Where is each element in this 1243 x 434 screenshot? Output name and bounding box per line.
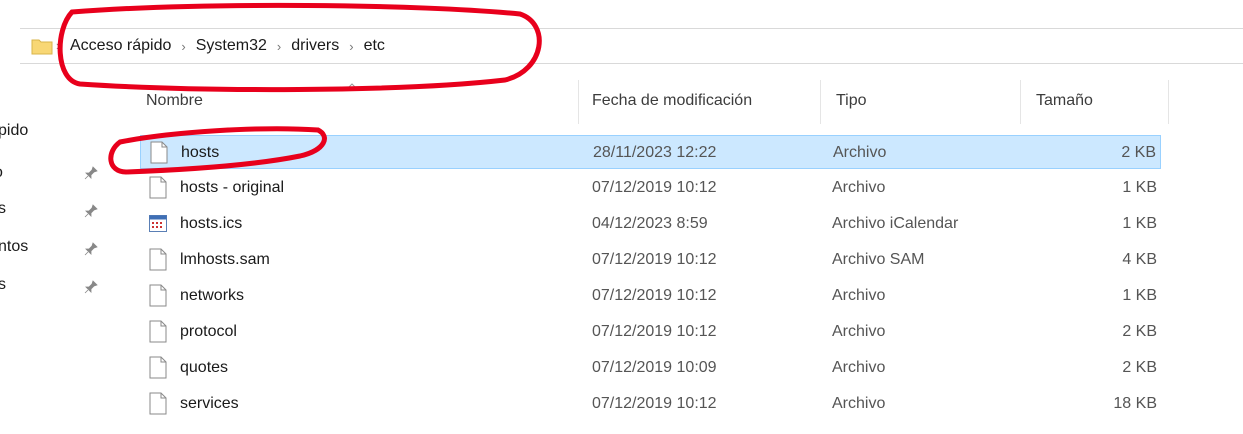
file-row-hosts-ics[interactable]: hosts.ics 04/12/2023 8:59 Archivo iCalen… bbox=[140, 207, 1161, 241]
file-name: hosts.ics bbox=[180, 215, 243, 232]
address-bar[interactable]: › Acceso rápido › System32 › drivers › e… bbox=[20, 28, 1243, 64]
file-name: quotes bbox=[180, 359, 229, 376]
breadcrumb-item-drivers[interactable]: drivers bbox=[287, 37, 343, 55]
file-size: 1 KB bbox=[1122, 287, 1157, 304]
column-divider[interactable] bbox=[578, 80, 579, 124]
chevron-right-icon[interactable]: › bbox=[56, 38, 60, 53]
pin-icon[interactable] bbox=[84, 280, 98, 294]
breadcrumb-item-system32[interactable]: System32 bbox=[192, 37, 271, 55]
column-divider[interactable] bbox=[1020, 80, 1021, 124]
column-header-type[interactable]: Tipo bbox=[836, 92, 867, 110]
file-date: 07/12/2019 10:09 bbox=[592, 359, 717, 376]
file-row-services[interactable]: services 07/12/2019 10:12 Archivo 18 KB bbox=[140, 387, 1161, 421]
chevron-right-icon[interactable]: › bbox=[271, 39, 287, 54]
file-date: 28/11/2023 12:22 bbox=[593, 144, 717, 161]
column-divider[interactable] bbox=[1168, 80, 1169, 124]
folder-icon bbox=[31, 39, 53, 55]
file-row-lmhosts-sam[interactable]: lmhosts.sam 07/12/2019 10:12 Archivo SAM… bbox=[140, 243, 1161, 277]
file-size: 2 KB bbox=[1121, 144, 1156, 161]
file-type: Archivo bbox=[832, 359, 886, 376]
file-date: 07/12/2019 10:12 bbox=[592, 251, 717, 268]
file-size: 2 KB bbox=[1122, 323, 1157, 340]
file-row-protocol[interactable]: protocol 07/12/2019 10:12 Archivo 2 KB bbox=[140, 315, 1161, 349]
file-type: Archivo SAM bbox=[832, 251, 925, 268]
file-name: hosts bbox=[181, 144, 220, 161]
file-name: networks bbox=[180, 287, 245, 304]
file-size: 2 KB bbox=[1122, 359, 1157, 376]
file-type: Archivo bbox=[832, 323, 886, 340]
file-icon bbox=[149, 248, 167, 271]
breadcrumb-item-acceso-rapido[interactable]: Acceso rápido bbox=[66, 37, 175, 55]
nav-item[interactable]: ntos bbox=[0, 238, 28, 256]
file-size: 1 KB bbox=[1122, 179, 1157, 196]
file-type: Archivo iCalendar bbox=[832, 215, 959, 232]
file-row-hosts[interactable]: hosts 28/11/2023 12:22 Archivo 2 KB bbox=[140, 135, 1161, 169]
file-date: 07/12/2019 10:12 bbox=[592, 395, 717, 412]
file-row-networks[interactable]: networks 07/12/2019 10:12 Archivo 1 KB bbox=[140, 279, 1161, 313]
file-name: protocol bbox=[180, 323, 237, 340]
sort-ascending-icon bbox=[346, 83, 358, 90]
nav-item[interactable]: s bbox=[0, 276, 6, 294]
file-icon bbox=[149, 392, 167, 415]
pin-icon[interactable] bbox=[84, 242, 98, 256]
file-type: Archivo bbox=[832, 179, 886, 196]
file-row-quotes[interactable]: quotes 07/12/2019 10:09 Archivo 2 KB bbox=[140, 351, 1161, 385]
file-icon bbox=[149, 356, 167, 379]
file-icon bbox=[149, 176, 167, 199]
column-divider[interactable] bbox=[820, 80, 821, 124]
file-name: lmhosts.sam bbox=[180, 251, 270, 268]
nav-item[interactable]: s bbox=[0, 200, 6, 218]
breadcrumb-item-etc[interactable]: etc bbox=[360, 37, 389, 55]
pin-icon[interactable] bbox=[84, 166, 98, 180]
column-header-date[interactable]: Fecha de modificación bbox=[592, 92, 752, 110]
column-header: Nombre Fecha de modificación Tipo Tamaño bbox=[0, 80, 1243, 124]
file-date: 07/12/2019 10:12 bbox=[592, 179, 717, 196]
nav-item[interactable]: o bbox=[0, 164, 3, 182]
file-type: Archivo bbox=[832, 395, 886, 412]
breadcrumb: Acceso rápido › System32 › drivers › etc bbox=[66, 29, 389, 63]
column-header-name[interactable]: Nombre bbox=[146, 92, 203, 110]
chevron-right-icon[interactable]: › bbox=[175, 39, 191, 54]
file-icon bbox=[150, 141, 168, 164]
file-size: 4 KB bbox=[1122, 251, 1157, 268]
file-date: 07/12/2019 10:12 bbox=[592, 287, 717, 304]
calendar-icon bbox=[149, 215, 167, 232]
file-row-hosts-original[interactable]: hosts - original 07/12/2019 10:12 Archiv… bbox=[140, 171, 1161, 205]
chevron-right-icon[interactable]: › bbox=[343, 39, 359, 54]
file-name: hosts - original bbox=[180, 179, 285, 196]
file-date: 07/12/2019 10:12 bbox=[592, 323, 717, 340]
file-icon bbox=[149, 320, 167, 343]
file-size: 1 KB bbox=[1122, 215, 1157, 232]
file-icon bbox=[149, 284, 167, 307]
column-header-size[interactable]: Tamaño bbox=[1036, 92, 1093, 110]
file-type: Archivo bbox=[833, 144, 887, 161]
file-name: services bbox=[180, 395, 239, 412]
file-date: 04/12/2023 8:59 bbox=[592, 215, 708, 232]
file-size: 18 KB bbox=[1113, 395, 1157, 412]
nav-item-quick-access[interactable]: pido bbox=[0, 122, 28, 140]
file-type: Archivo bbox=[832, 287, 886, 304]
pin-icon[interactable] bbox=[84, 204, 98, 218]
